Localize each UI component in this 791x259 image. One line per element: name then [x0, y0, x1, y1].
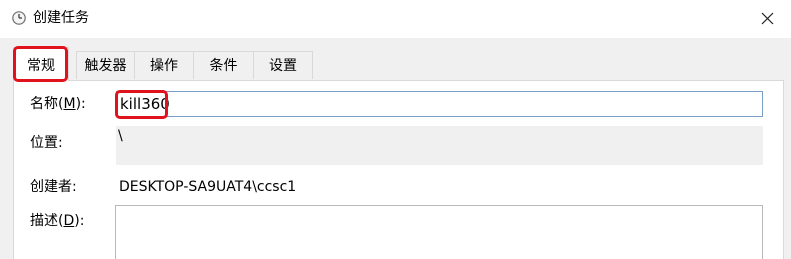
title-bar: 创建任务	[0, 0, 791, 38]
tab-label: 条件	[209, 58, 238, 74]
window-title: 创建任务	[33, 10, 89, 26]
tab-label: 操作	[150, 58, 178, 74]
tab-actions[interactable]: 操作	[134, 51, 194, 79]
tab-label: 常规	[27, 58, 55, 74]
create-task-dialog: 创建任务 常规 触发器 操作 条件 设置 名称(M): kill360 位置: …	[0, 0, 791, 259]
description-label: 描述(D):	[30, 213, 85, 229]
name-field[interactable]: kill360	[116, 91, 763, 117]
author-value: DESKTOP-SA9UAT4\ccsc1	[119, 179, 297, 195]
tab-label: 触发器	[84, 58, 127, 74]
location-value: \	[118, 128, 123, 144]
tab-general[interactable]: 常规	[13, 47, 69, 81]
name-hotkey: M	[63, 96, 76, 112]
general-panel: 名称(M): kill360 位置: \ 创建者: DESKTOP-SA9UAT…	[13, 80, 784, 259]
name-label: 名称(M):	[30, 96, 86, 112]
name-value: kill360	[120, 95, 170, 113]
tab-conditions[interactable]: 条件	[193, 51, 254, 79]
author-label: 创建者:	[30, 179, 77, 195]
location-label: 位置:	[30, 135, 63, 151]
tab-label: 设置	[269, 58, 297, 74]
clock-icon	[12, 11, 26, 25]
description-hotkey: D	[63, 213, 75, 229]
dialog-body: 常规 触发器 操作 条件 设置 名称(M): kill360 位置: \ 创建者…	[0, 38, 791, 259]
close-icon[interactable]	[752, 4, 782, 34]
description-field[interactable]	[115, 205, 763, 259]
location-field: \	[116, 126, 763, 165]
tab-triggers[interactable]: 触发器	[76, 51, 135, 79]
tab-settings[interactable]: 设置	[253, 51, 313, 79]
